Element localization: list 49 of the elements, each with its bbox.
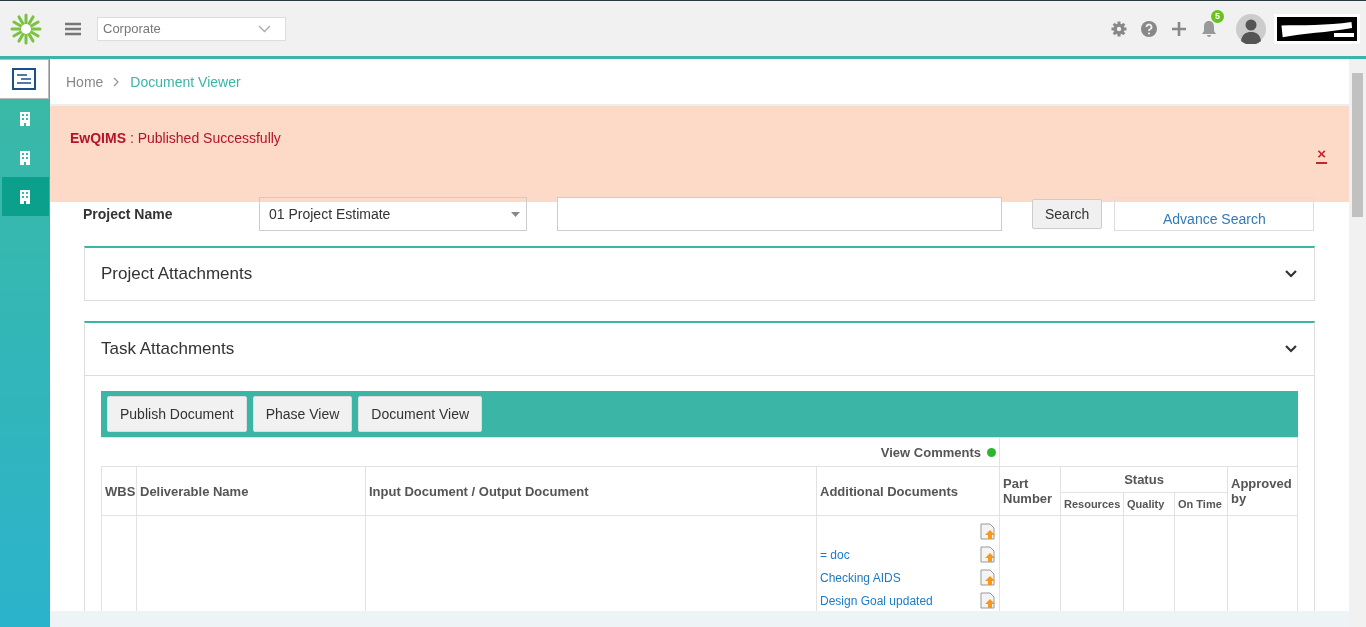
scrollbar[interactable] [1349,59,1366,627]
column-header: Quality [1123,492,1175,516]
view-comments-link[interactable]: View Comments [880,444,981,460]
toolbar-button[interactable]: Phase View [252,396,353,432]
logo-icon [10,12,42,45]
search-field[interactable] [557,197,1002,231]
chevron-down-icon [1284,344,1298,354]
close-button[interactable]: × [1316,146,1327,164]
organization-select[interactable]: Corporate [97,16,286,41]
bell-icon[interactable] [1200,19,1218,38]
notification-badge: 5 [1211,9,1224,23]
column-header: Additional Documents [816,466,1000,516]
document-link[interactable]: = doc [820,547,850,562]
caret-icon [511,211,520,217]
sidebar-item[interactable] [0,59,49,99]
avatar-icon[interactable] [1236,13,1266,44]
settings-icon[interactable] [1110,19,1128,38]
upload-icon[interactable] [980,569,996,586]
building-icon [20,150,30,165]
document-link[interactable]: Design Goal updated [820,593,933,608]
column-header: Part Number [999,466,1061,516]
toolbar-button[interactable]: Publish Document [107,396,247,432]
column-group-header: Status [1060,466,1228,493]
advance-search-link[interactable]: Advance Search [1114,197,1315,231]
upload-icon[interactable] [980,546,996,563]
upload-icon[interactable] [980,523,996,540]
toolbar-button[interactable]: Document View [358,396,483,432]
chevron-down-icon [258,24,271,33]
menu-icon[interactable] [65,21,81,36]
add-icon[interactable] [1170,19,1188,38]
document-link[interactable]: Checking AIDS [820,570,901,585]
search-button[interactable]: Search [1032,199,1103,229]
field-label: Project Name [83,206,174,222]
project-select[interactable]: 01 Project Estimate [259,197,527,231]
column-header: Input Document / Output Document [365,466,817,516]
column-header: WBS [101,466,137,516]
alert-message: EwQIMS : Published Successfully [70,130,281,148]
upload-icon[interactable] [980,592,996,609]
column-header: Resources [1060,492,1124,516]
status-dot [987,447,996,457]
column-header: Approved by [1227,466,1298,516]
breadcrumb-link[interactable]: Home [66,73,104,90]
column-header: Deliverable Name [136,466,366,516]
chevron-down-icon [1284,269,1298,279]
building-icon [20,111,30,126]
document-list-icon [11,68,36,90]
building-icon [20,189,30,204]
chevron-right-icon [113,76,121,87]
help-icon[interactable] [1140,19,1158,38]
